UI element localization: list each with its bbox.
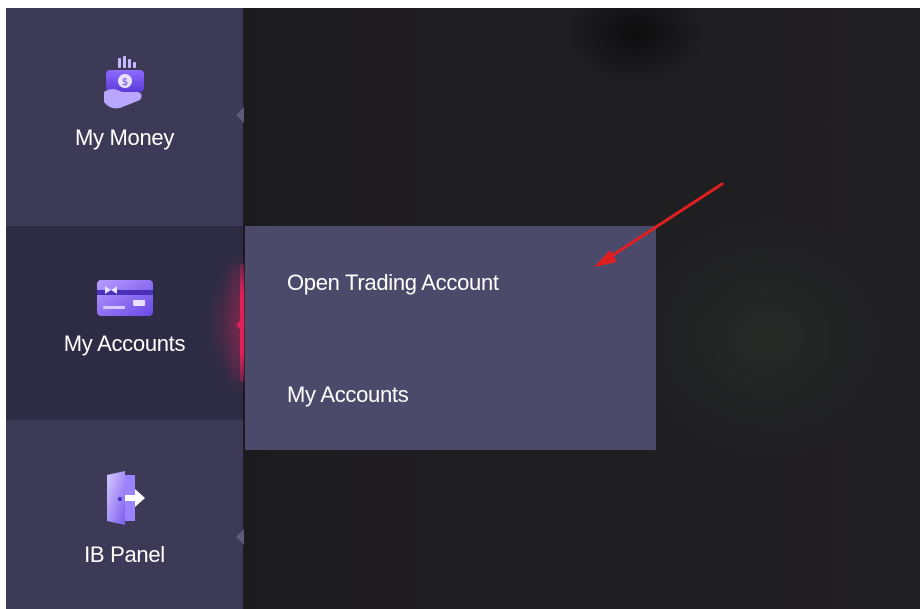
accounts-card-icon xyxy=(95,276,155,325)
chevron-left-icon xyxy=(236,107,244,123)
sidebar: $ My Money My Accounts IB Panel xyxy=(6,8,244,609)
accounts-submenu: Open Trading Account My Accounts xyxy=(245,226,656,450)
sidebar-item-label: My Money xyxy=(74,125,175,150)
money-hand-icon: $ xyxy=(100,56,150,117)
sidebar-item-label: IB Panel xyxy=(84,542,165,567)
active-indicator xyxy=(240,264,244,382)
submenu-item-open-trading-account[interactable]: Open Trading Account xyxy=(287,270,499,296)
app-window: $ My Money My Accounts IB Panel Open Tra… xyxy=(6,8,920,609)
svg-text:$: $ xyxy=(121,77,127,88)
door-exit-icon xyxy=(103,469,147,532)
sidebar-item-my-money[interactable]: $ My Money xyxy=(6,8,244,225)
submenu-item-my-accounts[interactable]: My Accounts xyxy=(287,382,409,408)
chevron-left-icon xyxy=(236,529,244,545)
sidebar-item-my-accounts[interactable]: My Accounts xyxy=(6,226,244,420)
sidebar-item-ib-panel[interactable]: IB Panel xyxy=(6,421,244,609)
sidebar-item-label: My Accounts xyxy=(63,331,186,356)
